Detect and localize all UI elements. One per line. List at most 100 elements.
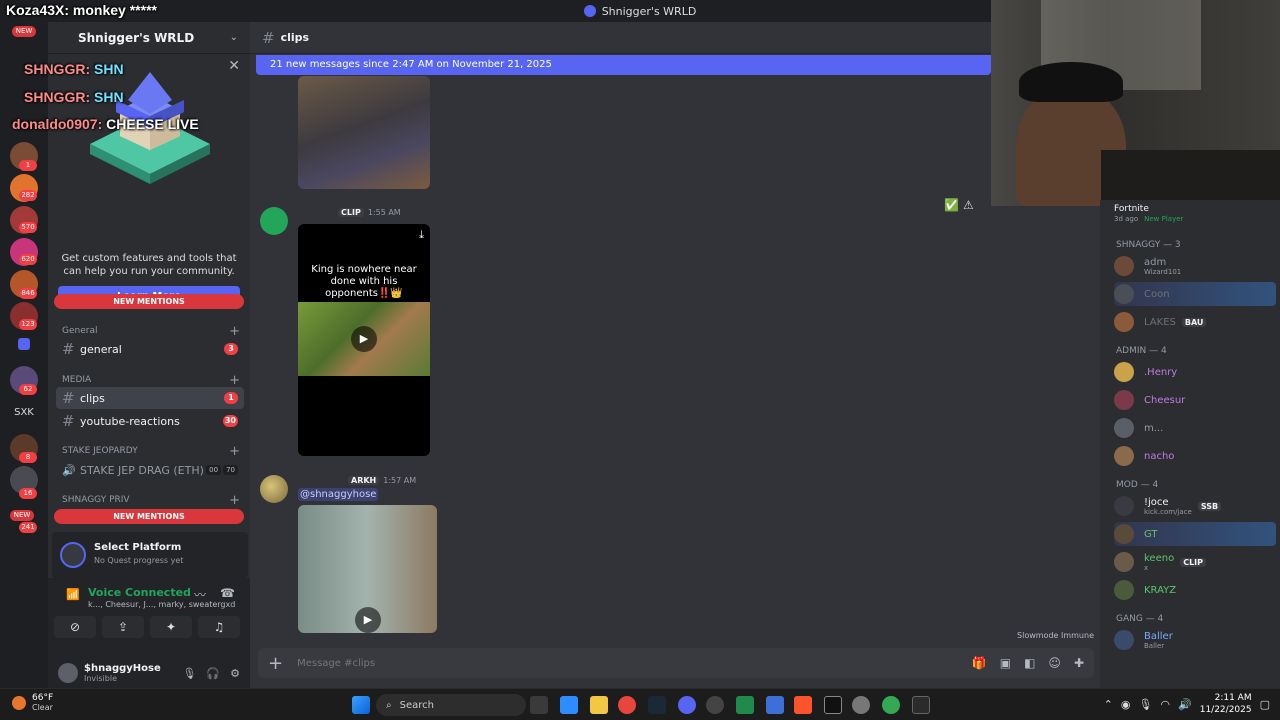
- member-row[interactable]: keeno x CLIP: [1114, 550, 1276, 574]
- brave-icon[interactable]: [794, 696, 812, 714]
- channel-title: clips: [280, 31, 310, 44]
- microphone-icon[interactable]: 🎙: [182, 667, 196, 680]
- channel-youtube-reactions[interactable]: # youtube-reactions 30: [56, 410, 244, 432]
- play-icon[interactable]: ▶: [355, 607, 381, 633]
- sticker-icon[interactable]: ◧: [1024, 656, 1035, 670]
- add-channel-icon[interactable]: +: [229, 324, 240, 339]
- avatar: [1114, 362, 1134, 382]
- discord-icon[interactable]: [678, 696, 696, 714]
- warning-icon[interactable]: ⚠: [963, 198, 974, 212]
- video-embed[interactable]: ⤓ King is nowhere near done with his opp…: [298, 224, 430, 456]
- author-name[interactable]: ARKH: [348, 476, 380, 485]
- voice-status[interactable]: Voice Connected: [88, 586, 191, 599]
- quest-panel[interactable]: Select Platform No Quest progress yet: [52, 532, 248, 578]
- avatar: [1114, 284, 1134, 304]
- steam-icon[interactable]: [648, 696, 666, 714]
- settings-icon[interactable]: [852, 696, 870, 714]
- category-general[interactable]: General +: [62, 324, 240, 339]
- volume-icon[interactable]: 🔊: [1178, 698, 1192, 711]
- headphones-icon[interactable]: 🎧: [206, 667, 220, 680]
- check-icon[interactable]: ✅: [944, 198, 959, 212]
- xbox-icon[interactable]: [736, 696, 754, 714]
- weather-widget[interactable]: 66°F Clear: [12, 693, 53, 712]
- category-shnaggy-priv[interactable]: SHNAGGY PRIV +: [62, 493, 240, 508]
- gift-icon[interactable]: 🎁: [972, 656, 987, 670]
- role-header: ADMIN — 4: [1116, 346, 1167, 356]
- channel-sidebar: Shnigger's WRLD ⌄ ✕ Get custom features …: [48, 22, 250, 688]
- member-tag: SSB: [1197, 501, 1222, 511]
- system-tray: ⌃ ◉ 🎙 ◠ 🔊 2:11 AM 11/22/2025 ▢: [1104, 692, 1270, 716]
- unread-badge: 16: [19, 488, 37, 499]
- new-messages-bar[interactable]: 21 new messages since 2:47 AM on Novembe…: [256, 55, 991, 75]
- folder-icon[interactable]: [18, 338, 30, 350]
- member-row[interactable]: .Henry: [1114, 360, 1276, 384]
- clock[interactable]: 2:11 AM 11/22/2025: [1200, 692, 1252, 716]
- taskbar-search[interactable]: ⌕ Search: [376, 694, 526, 716]
- avatar[interactable]: [58, 663, 78, 683]
- message-input[interactable]: [297, 657, 898, 669]
- member-row[interactable]: nacho: [1114, 444, 1276, 468]
- task-view-icon[interactable]: [530, 696, 548, 714]
- channel-label: general: [80, 342, 122, 356]
- close-icon[interactable]: ✕: [228, 58, 240, 74]
- member-row[interactable]: Baller Baller: [1114, 628, 1276, 652]
- download-icon[interactable]: ⤓: [419, 228, 424, 242]
- member-row[interactable]: Coon: [1114, 282, 1276, 306]
- chrome-icon[interactable]: [882, 696, 900, 714]
- emoji-icon[interactable]: ☺: [1048, 656, 1061, 670]
- activities-button[interactable]: ✦: [150, 616, 192, 638]
- member-name: LAKES: [1144, 316, 1176, 328]
- channel-label: STAKE JEP DRAG (ETH): [80, 463, 204, 477]
- channel-general[interactable]: # general 3: [56, 338, 244, 360]
- search-label: Search: [399, 699, 434, 711]
- windows-start-icon[interactable]: [352, 696, 370, 714]
- member-row[interactable]: GT: [1114, 522, 1276, 546]
- chevron-up-icon[interactable]: ⌃: [1104, 698, 1113, 711]
- copilot-icon[interactable]: [560, 696, 578, 714]
- microphone-icon[interactable]: 🎙: [1138, 698, 1152, 711]
- soundboard-button[interactable]: ♫: [198, 616, 240, 638]
- info-app-icon[interactable]: [824, 696, 842, 714]
- chrome-icon[interactable]: [618, 696, 636, 714]
- avatar[interactable]: [260, 207, 288, 235]
- unread-badge: 620: [19, 254, 37, 265]
- avatar[interactable]: [260, 475, 288, 503]
- voice-channel-stake-jep[interactable]: 🔊 STAKE JEP DRAG (ETH) 00 70: [56, 459, 244, 481]
- category-media[interactable]: MEDIA +: [62, 373, 240, 388]
- member-row[interactable]: KRAYZ: [1114, 578, 1276, 602]
- new-mentions-button[interactable]: NEW MENTIONS: [54, 294, 244, 309]
- notification-icon[interactable]: ▢: [1260, 698, 1270, 711]
- screen-share-button[interactable]: ⇪: [102, 616, 144, 638]
- channel-clips[interactable]: # clips 1: [56, 387, 244, 409]
- add-channel-icon[interactable]: +: [229, 493, 240, 508]
- server-text-icon[interactable]: SXK: [0, 407, 48, 418]
- gear-icon[interactable]: ⚙: [230, 667, 240, 680]
- file-explorer-icon[interactable]: [590, 696, 608, 714]
- terminal-icon[interactable]: [912, 696, 930, 714]
- member-row[interactable]: Cheesur: [1114, 388, 1276, 412]
- video-embed[interactable]: ▶: [298, 505, 437, 633]
- gif-icon[interactable]: ▣: [1000, 656, 1011, 670]
- noise-suppression-icon[interactable]: 〰: [194, 586, 206, 603]
- user-mention[interactable]: @shnaggyhose: [298, 488, 379, 501]
- video-thumbnail[interactable]: [298, 76, 430, 189]
- member-row[interactable]: m...: [1114, 416, 1276, 440]
- wifi-icon[interactable]: ◠: [1160, 698, 1170, 711]
- play-icon[interactable]: ▶: [351, 326, 377, 352]
- apps-icon[interactable]: ✚: [1074, 656, 1084, 670]
- add-attachment-icon[interactable]: +: [268, 653, 283, 674]
- member-row[interactable]: !joce kick.com/jace SSB: [1114, 494, 1276, 518]
- add-channel-icon[interactable]: +: [229, 373, 240, 388]
- add-channel-icon[interactable]: +: [229, 444, 240, 459]
- network-icon[interactable]: ◉: [1121, 698, 1131, 711]
- member-row[interactable]: adm Wizard101: [1114, 254, 1276, 278]
- disconnect-icon[interactable]: ☎: [220, 586, 235, 600]
- vscode-icon[interactable]: [766, 696, 784, 714]
- category-stake-jeopardy[interactable]: STAKE JEOPARDY +: [62, 444, 240, 459]
- camera-off-button[interactable]: ⊘: [54, 616, 96, 638]
- github-icon[interactable]: [706, 696, 724, 714]
- promo-text: Get custom features and tools that can h…: [61, 253, 237, 277]
- server-header[interactable]: Shnigger's WRLD ⌄: [48, 22, 250, 54]
- member-row[interactable]: LAKES BAU: [1114, 310, 1276, 334]
- new-mentions-button[interactable]: NEW MENTIONS: [54, 509, 244, 524]
